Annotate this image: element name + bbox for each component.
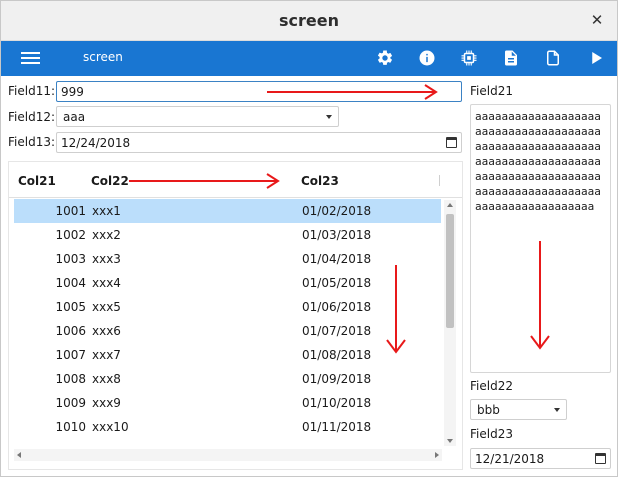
calendar-icon[interactable]	[446, 137, 457, 148]
table-cell: 01/03/2018	[302, 228, 372, 242]
table-cell: xxx5	[92, 300, 121, 314]
window-title: screen	[279, 11, 339, 30]
table-row[interactable]: 1008 xxx8 01/09/2018	[14, 367, 441, 391]
table-row[interactable]: 1005 xxx5 01/06/2018	[14, 295, 441, 319]
blank-document-icon[interactable]	[544, 49, 562, 67]
data-table: Col21 Col22 Col23 1001 xxx1 01/02/2018 1002…	[8, 161, 463, 470]
field12-value: aaa	[63, 110, 86, 124]
field23-label: Field23	[470, 427, 513, 441]
field13-value: 12/24/2018	[61, 136, 131, 150]
scroll-left-icon[interactable]	[17, 452, 21, 458]
scroll-down-icon[interactable]	[447, 439, 453, 443]
field11-input[interactable]	[56, 81, 462, 102]
table-cell: 1011	[14, 444, 86, 446]
table-row[interactable]: 1009 xxx9 01/10/2018	[14, 391, 441, 415]
table-row[interactable]: 1011 xxx11 01/12/2018	[14, 439, 441, 446]
table-cell: 1010	[55, 420, 86, 434]
hamburger-menu-icon[interactable]	[21, 52, 40, 65]
column-header-col21[interactable]: Col21	[18, 174, 56, 188]
table-cell: 01/12/2018	[302, 444, 371, 446]
table-cell: 01/11/2018	[302, 420, 372, 434]
table-cell: 1009	[55, 396, 86, 410]
info-icon[interactable]	[418, 49, 436, 67]
table-row[interactable]: 1007 xxx7 01/08/2018	[14, 343, 441, 367]
scrollbar-thumb[interactable]	[446, 214, 454, 328]
table-cell: xxx6	[92, 324, 121, 338]
field11-label: Field11:	[8, 84, 56, 98]
column-header-col22[interactable]: Col22	[91, 174, 129, 188]
field21-textarea[interactable]: aaaaaaaaaaaaaaaaaaaaaaaaaaaaaaaaaaaaaaaa…	[470, 104, 611, 373]
app-toolbar: screen	[1, 41, 617, 76]
table-cell: 1005	[55, 300, 86, 314]
table-cell: xxx9	[92, 396, 121, 410]
table-header: Col21 Col22 Col23	[9, 162, 462, 198]
field13-date-input[interactable]: 12/24/2018	[56, 132, 462, 153]
close-icon[interactable]: ✕	[587, 10, 607, 30]
table-row[interactable]: 1001 xxx1 01/02/2018	[14, 199, 441, 223]
play-icon[interactable]	[587, 49, 605, 67]
field23-value: 12/21/2018	[475, 452, 545, 466]
table-row[interactable]: 1006 xxx6 01/07/2018	[14, 319, 441, 343]
table-cell: 01/09/2018	[302, 372, 372, 386]
table-row[interactable]: 1002 xxx2 01/03/2018	[14, 223, 441, 247]
table-cell: xxx4	[92, 276, 121, 290]
table-cell: 01/10/2018	[302, 396, 372, 410]
scroll-right-icon[interactable]	[435, 452, 439, 458]
table-cell: xxx10	[92, 420, 129, 434]
table-cell: 1006	[55, 324, 86, 338]
vertical-scrollbar[interactable]	[444, 200, 456, 446]
table-cell: 01/08/2018	[302, 348, 372, 362]
table-row[interactable]: 1003 xxx3 01/04/2018	[14, 247, 441, 271]
table-cell: 01/04/2018	[302, 252, 372, 266]
table-cell: 01/05/2018	[302, 276, 372, 290]
column-divider[interactable]	[439, 175, 440, 186]
table-cell: 1007	[55, 348, 86, 362]
table-cell: 1001	[55, 204, 86, 218]
table-cell: 1004	[55, 276, 86, 290]
table-cell: 01/02/2018	[302, 204, 372, 218]
column-header-col23[interactable]: Col23	[301, 174, 339, 188]
chip-icon[interactable]	[460, 49, 478, 67]
table-body: 1001 xxx1 01/02/2018 1002 xxx2 01/03/2018 1003…	[14, 199, 441, 446]
field23-date-input[interactable]: 12/21/2018	[470, 448, 611, 469]
chevron-down-icon	[326, 115, 332, 119]
table-cell: xxx3	[92, 252, 121, 266]
field13-label: Field13:	[8, 135, 56, 149]
table-cell: 01/06/2018	[302, 300, 372, 314]
table-cell: xxx11	[92, 444, 129, 446]
table-row[interactable]: 1010 xxx10 01/11/2018	[14, 415, 441, 439]
field22-select[interactable]: bbb	[470, 399, 567, 420]
field21-label: Field21	[470, 84, 513, 98]
field12-select[interactable]: aaa	[56, 106, 339, 127]
calendar-icon[interactable]	[595, 453, 606, 464]
table-cell: 01/07/2018	[302, 324, 372, 338]
app-name: screen	[83, 50, 123, 64]
table-cell: xxx8	[92, 372, 121, 386]
field12-label: Field12:	[8, 110, 56, 124]
app-window: screen ✕ screen Field11: Field12: aaa	[0, 0, 618, 477]
table-cell: 1002	[55, 228, 86, 242]
table-cell: 1003	[55, 252, 86, 266]
gear-icon[interactable]	[376, 49, 394, 67]
field22-label: Field22	[470, 379, 513, 393]
table-cell: xxx1	[92, 204, 121, 218]
horizontal-scrollbar[interactable]	[14, 449, 442, 461]
title-bar: screen ✕	[1, 1, 617, 41]
scroll-up-icon[interactable]	[447, 203, 453, 207]
chevron-down-icon	[554, 408, 560, 412]
field22-value: bbb	[477, 403, 500, 417]
table-cell: 1008	[55, 372, 86, 386]
table-cell: xxx2	[92, 228, 121, 242]
document-icon[interactable]	[502, 49, 520, 67]
table-row[interactable]: 1004 xxx4 01/05/2018	[14, 271, 441, 295]
table-cell: xxx7	[92, 348, 121, 362]
